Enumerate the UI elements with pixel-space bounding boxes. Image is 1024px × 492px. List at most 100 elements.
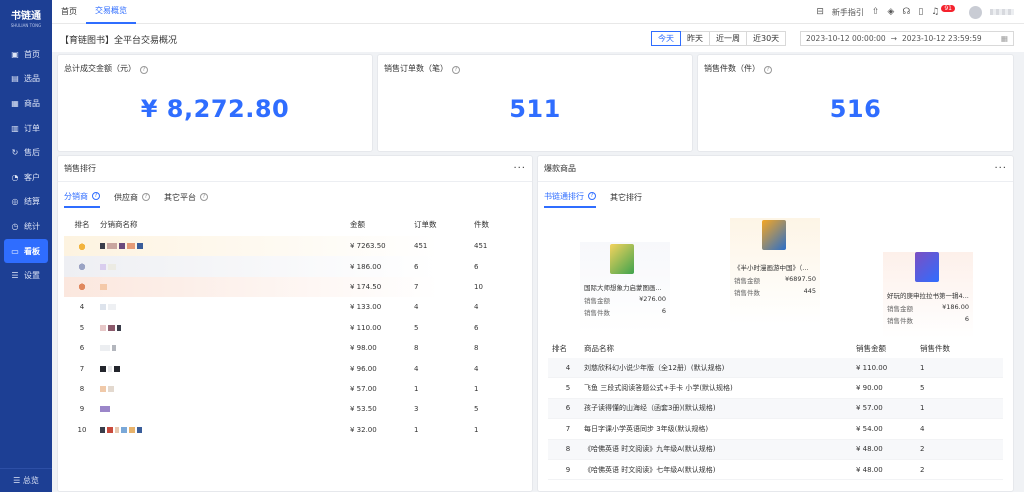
theme-icon[interactable]: ◈	[887, 7, 894, 17]
sidebar-item-products[interactable]: ▦ 商品	[0, 91, 52, 116]
table-row[interactable]: 9 ¥ 53.50 3 5	[64, 399, 532, 419]
help-icon[interactable]: ?	[142, 193, 150, 201]
podium-third[interactable]: 好玩的庚申拉拉书第一辑4... 销售金额 ¥186.00 销售件数 6	[883, 252, 973, 338]
product-name-cell: 《哈佛英语 时文阅读》九年级A(默认规格)	[584, 445, 716, 454]
more-icon[interactable]: ···	[513, 163, 526, 174]
tab-label: 书链通排行	[544, 191, 584, 201]
panel-title: 销售排行	[64, 164, 96, 173]
podium-second[interactable]: 国际大师想象力启蒙图画... 销售金额 ¥276.00 销售件数 6	[580, 242, 670, 334]
table-row[interactable]: ¥ 7263.50 451 451	[64, 236, 532, 257]
help-icon[interactable]: ?	[200, 193, 208, 201]
table-row[interactable]: 6 ¥ 98.00 8 8	[64, 338, 532, 358]
col-orders: 订单数	[414, 219, 437, 229]
docs-icon[interactable]: ▯	[918, 7, 923, 17]
table-row[interactable]: 8 《哈佛英语 时文阅读》九年级A(默认规格) ¥ 48.00 2	[548, 439, 1003, 460]
tab-trade-overview[interactable]: 交易概览	[86, 0, 136, 24]
date-end[interactable]: 2023-10-12 23:59:59	[902, 34, 982, 43]
help-icon[interactable]: ?	[92, 192, 100, 200]
table-row[interactable]: 10 ¥ 32.00 1 1	[64, 420, 532, 440]
tab-other-platform[interactable]: 其它平台?	[164, 186, 208, 208]
help-icon[interactable]: ?	[588, 192, 596, 200]
sidebar-item-aftersales[interactable]: ↻ 售后	[0, 140, 52, 165]
sidebar-item-selection[interactable]: ▤ 选品	[0, 67, 52, 92]
col-rank: 排名	[552, 343, 567, 353]
preset-30days-button[interactable]: 近30天	[746, 31, 787, 46]
orders-cell: 4	[414, 364, 419, 373]
bell-icon[interactable]: ♫	[931, 7, 939, 17]
table-row[interactable]: 8 ¥ 57.00 1 1	[64, 379, 532, 399]
table-row[interactable]: 7 每日字课小学英语同步 3年级(默认规格) ¥ 54.00 4	[548, 419, 1003, 440]
headset-icon[interactable]: ☊	[902, 7, 910, 17]
amount-value: ¥276.00	[639, 295, 666, 303]
table-row[interactable]: 6 孩子读得懂的山海经（函套3册)(默认规格) ¥ 57.00 1	[548, 398, 1003, 420]
tab-shulian-rank[interactable]: 书链通排行?	[544, 186, 596, 208]
preset-yesterday-button[interactable]: 昨天	[680, 31, 710, 46]
qty-value: 6	[661, 307, 666, 315]
podium-first[interactable]: 《半小时漫画游中国》（... 销售金额 ¥6897.50 销售件数 445	[730, 218, 820, 324]
sidebar-item-dashboard[interactable]: ▭ 看板	[4, 238, 48, 264]
amount-label: 销售金额	[584, 297, 610, 305]
customers-icon: ◔	[11, 172, 19, 182]
sidebar-item-orders[interactable]: ▥ 订单	[0, 116, 52, 141]
username-redacted[interactable]	[990, 9, 1014, 15]
sidebar-item-label: 看板	[24, 246, 40, 256]
help-icon[interactable]: ?	[452, 66, 460, 74]
ranking-rows: ¥ 7263.50 451 451 ¥ 186.00 6 6 ¥ 174.50 …	[58, 236, 532, 440]
amount-cell: ¥ 174.50	[350, 282, 382, 291]
brand-logo[interactable]: 书链通 SHULIAN TONG	[0, 0, 52, 34]
sidebar-item-settings[interactable]: ☰ 设置	[0, 263, 52, 288]
amount-cell: ¥ 48.00	[856, 445, 883, 454]
qty-value: 6	[964, 315, 969, 323]
upload-icon[interactable]: ⇧	[872, 7, 880, 17]
amount-cell: ¥ 90.00	[856, 384, 883, 393]
tab-label: 其它排行	[610, 192, 642, 202]
table-row[interactable]: 7 ¥ 96.00 4 4	[64, 358, 532, 378]
table-row[interactable]: 4 刘慈欣科幻小说少年版（全12册）(默认规格) ¥ 110.00 1	[548, 358, 1003, 379]
home-icon: ▣	[11, 49, 19, 59]
table-row[interactable]: 4 ¥ 133.00 4 4	[64, 297, 532, 317]
sidebar-item-settlement[interactable]: ◎ 结算	[0, 190, 52, 215]
orders-cell: 3	[414, 405, 419, 414]
calendar-icon[interactable]: ▦	[1001, 34, 1008, 43]
sidebar-item-stats[interactable]: ◷ 统计	[0, 214, 52, 239]
sidebar-item-home[interactable]: ▣ 首页	[0, 42, 52, 67]
qty-cell: 2	[920, 465, 925, 474]
qty-cell: 451	[474, 242, 488, 251]
sidebar-item-customers[interactable]: ◔ 客户	[0, 165, 52, 190]
avatar[interactable]	[969, 5, 982, 19]
table-row[interactable]: 5 飞鱼 三段式阅读答题公式+手卡 小学(默认规格) ¥ 90.00 5	[548, 378, 1003, 399]
preset-today-button[interactable]: 今天	[651, 31, 681, 46]
overview-toggle[interactable]: ☰ 总览	[0, 468, 52, 492]
tab-supplier[interactable]: 供应商?	[114, 186, 150, 208]
amount-cell: ¥ 186.00	[350, 262, 382, 271]
top-tab-bar: 首页 交易概览 ⊟ 新手指引 ⇧ ◈ ☊ ▯ ♫ 91	[52, 0, 1024, 24]
table-row[interactable]: ¥ 174.50 7 10	[64, 276, 532, 298]
product-amount: 销售金额 ¥276.00	[580, 294, 670, 306]
rank-cell: 8	[565, 445, 571, 454]
tab-label: 其它平台	[164, 192, 196, 202]
gold-medal-icon	[78, 240, 86, 250]
help-icon[interactable]: ?	[140, 66, 148, 74]
tab-distributor[interactable]: 分销商?	[64, 186, 100, 208]
preset-week-button[interactable]: 近一周	[709, 31, 747, 46]
table-row[interactable]: ¥ 186.00 6 6	[64, 256, 532, 277]
more-icon[interactable]: ···	[994, 163, 1007, 174]
orders-cell: 451	[414, 242, 428, 251]
guide-icon[interactable]: ⊟	[816, 7, 824, 17]
tab-other-rank[interactable]: 其它排行	[610, 186, 642, 208]
rank-cell: 9	[565, 465, 571, 474]
product-qty: 销售件数 6	[883, 314, 973, 326]
help-icon[interactable]: ?	[764, 66, 772, 74]
guide-link[interactable]: 新手指引	[832, 7, 864, 18]
date-start[interactable]: 2023-10-12 00:00:00	[806, 34, 886, 43]
sidebar-item-label: 结算	[24, 197, 40, 207]
table-row[interactable]: 9 《哈佛英语 时文阅读》七年级A(默认规格) ¥ 48.00 2	[548, 460, 1003, 481]
tab-home[interactable]: 首页	[52, 0, 86, 24]
brand-sub: SHULIAN TONG	[10, 22, 42, 28]
table-row[interactable]: 5 ¥ 110.00 5 6	[64, 318, 532, 338]
date-range-picker[interactable]: 2023-10-12 00:00:00 → 2023-10-12 23:59:5…	[800, 31, 1014, 46]
sidebar-item-label: 统计	[24, 221, 40, 231]
rank-cell: 4	[79, 303, 85, 312]
product-qty: 销售件数 6	[580, 306, 670, 318]
product-name-cell: 《哈佛英语 时文阅读》七年级A(默认规格)	[584, 465, 716, 474]
